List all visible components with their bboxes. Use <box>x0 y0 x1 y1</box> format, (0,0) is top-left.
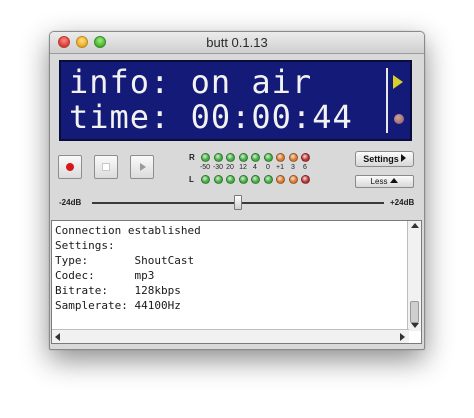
scroll-up-icon[interactable] <box>411 223 419 228</box>
scroll-left-icon[interactable] <box>55 333 60 341</box>
record-button[interactable] <box>58 155 82 179</box>
record-icon <box>66 163 74 171</box>
vu-led-left <box>214 175 223 184</box>
record-indicator-icon[interactable] <box>394 114 404 124</box>
vu-right-label: R <box>189 153 195 162</box>
volume-slider-thumb[interactable] <box>234 195 242 210</box>
less-button-label: Less <box>370 177 388 186</box>
display-info-line: info: on air <box>69 63 313 101</box>
log-line: Type: ShoutCast <box>55 254 195 267</box>
log-line: Codec: mp3 <box>55 269 155 282</box>
vu-led-right <box>239 153 248 162</box>
vu-led-left <box>289 175 298 184</box>
log-line: Settings: <box>55 239 115 252</box>
vu-led-left <box>226 175 235 184</box>
log-line: Connection established <box>55 224 201 237</box>
log-text: Connection established Settings: Type: Sho… <box>55 223 201 313</box>
vu-led-left <box>276 175 285 184</box>
stop-icon <box>102 163 110 171</box>
volume-min-label: -24dB <box>59 198 82 207</box>
vu-led-left <box>239 175 248 184</box>
less-button[interactable]: Less <box>355 175 414 188</box>
window-title: butt 0.1.13 <box>206 35 268 50</box>
vertical-scrollbar[interactable] <box>407 221 421 331</box>
vu-led-right <box>214 153 223 162</box>
log-line: Bitrate: 128kbps <box>55 284 181 297</box>
display-divider <box>386 68 388 133</box>
play-icon <box>140 163 146 171</box>
app-window: butt 0.1.13 info: on air time: 00:00:44 … <box>49 31 425 350</box>
vu-led-right <box>264 153 273 162</box>
stream-indicator-icon[interactable] <box>393 75 403 89</box>
vu-led-right <box>251 153 260 162</box>
vu-led-right <box>201 153 210 162</box>
log-output[interactable]: Connection established Settings: Type: Sho… <box>51 220 422 344</box>
vu-led-left <box>201 175 210 184</box>
status-display: info: on air time: 00:00:44 <box>59 60 412 141</box>
vu-led-left <box>251 175 260 184</box>
log-line: Samplerate: 44100Hz <box>55 299 181 312</box>
vu-led-right <box>289 153 298 162</box>
vu-led-left <box>301 175 310 184</box>
vu-led-right <box>226 153 235 162</box>
vu-led-right <box>276 153 285 162</box>
title-bar: butt 0.1.13 <box>50 32 424 54</box>
stop-button[interactable] <box>94 155 118 179</box>
vu-led-right <box>301 153 310 162</box>
vu-led-left <box>264 175 273 184</box>
display-time-line: time: 00:00:44 <box>69 98 353 136</box>
vertical-scroll-thumb[interactable] <box>410 301 419 323</box>
arrow-right-icon <box>400 154 406 162</box>
volume-max-label: +24dB <box>390 198 415 207</box>
scroll-down-icon[interactable] <box>411 323 419 328</box>
vu-tick-label: 6 <box>303 164 307 171</box>
play-button[interactable] <box>130 155 154 179</box>
settings-button-label: Settings <box>363 154 399 164</box>
settings-button[interactable]: Settings <box>355 151 414 167</box>
vu-left-label: L <box>189 175 194 184</box>
horizontal-scrollbar[interactable] <box>52 329 409 343</box>
scroll-right-icon[interactable] <box>400 333 405 341</box>
arrow-up-icon <box>390 178 399 183</box>
